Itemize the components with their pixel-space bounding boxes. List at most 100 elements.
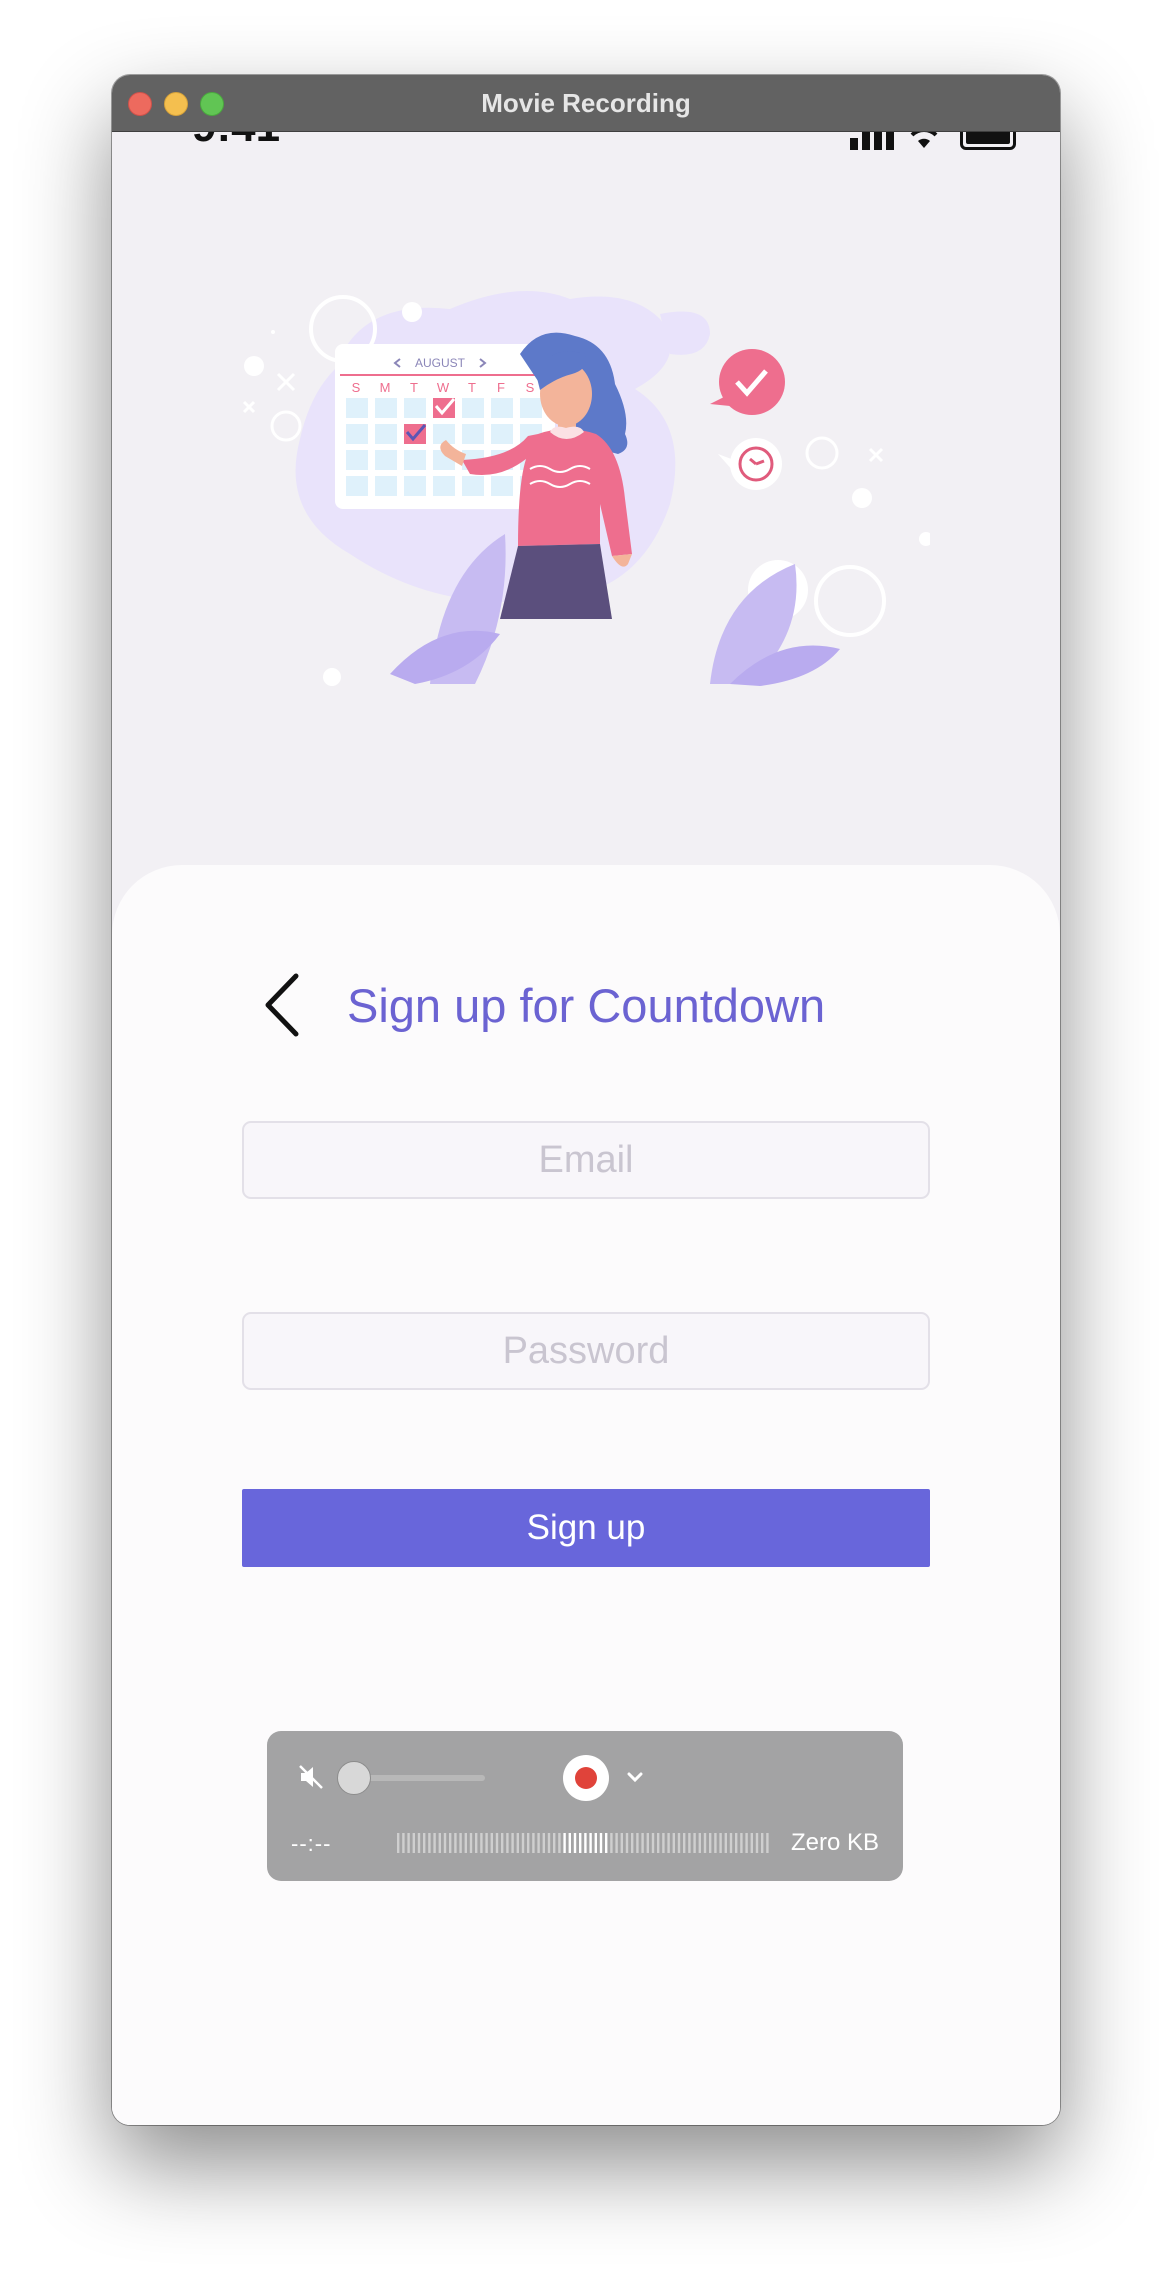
level-meter-tick [475,1833,478,1853]
level-meter-tick [688,1833,691,1853]
level-meter-tick [745,1833,748,1853]
speaker-muted-icon [299,1765,323,1789]
sign-up-button[interactable]: Sign up [242,1489,930,1567]
level-meter-tick [672,1833,675,1853]
level-meter-tick [761,1833,764,1853]
level-meter-tick [553,1833,556,1853]
level-meter-tick [594,1833,597,1853]
level-meter-tick [599,1833,603,1853]
calendar-illustration: AUGUST S M T W T F S [242,291,930,686]
level-meter-tick [646,1833,649,1853]
svg-text:T: T [468,380,476,395]
level-meter-tick [579,1833,582,1853]
level-meter-tick [766,1833,769,1853]
svg-text:T: T [410,380,418,395]
svg-text:M: M [380,380,391,395]
svg-text:W: W [437,380,450,395]
level-meter-tick [719,1833,722,1853]
level-meter-tick [428,1833,431,1853]
level-meter-tick [755,1833,759,1853]
signup-sheet: Sign up for Countdown Sign up --:-- [112,865,1060,2125]
svg-text:S: S [526,380,535,395]
level-meter-tick [729,1833,733,1853]
recording-hud: --:-- Zero KB [267,1731,903,1881]
level-meter-tick [449,1833,452,1853]
level-meter-tick [547,1833,551,1853]
cellular-signal-icon [850,132,896,150]
wifi-icon [910,132,938,148]
level-meter-tick [693,1833,696,1853]
level-meter-tick [740,1833,743,1853]
svg-text:S: S [352,380,361,395]
level-meter-tick [620,1833,623,1853]
level-meter-tick [417,1833,421,1853]
level-meter-tick [433,1833,436,1853]
level-meter-tick [511,1833,514,1853]
level-meter-tick [459,1833,462,1853]
email-field[interactable] [242,1121,930,1199]
level-meter-tick [568,1833,571,1853]
level-meter-tick [750,1833,753,1853]
level-meter-tick [397,1833,400,1853]
level-meter-tick [677,1833,681,1853]
level-meter-tick [667,1833,670,1853]
level-meter-tick [735,1833,738,1853]
chevron-left-icon [265,973,299,1037]
recording-elapsed-time: --:-- [291,1831,332,1856]
level-meter-tick [501,1833,504,1853]
back-button[interactable] [252,965,312,1045]
level-meter-tick [605,1833,608,1853]
level-meter-tick [469,1833,473,1853]
level-meter-tick [589,1833,592,1853]
level-meter-tick [423,1833,426,1853]
level-meter-tick [412,1833,415,1853]
level-meter-tick [703,1833,707,1853]
phone-screen: 9:41 [112,132,1060,2125]
window-title: Movie Recording [481,88,691,118]
status-bar-time: 9:41 [192,132,280,152]
record-icon [575,1767,597,1789]
level-meter-tick [490,1833,493,1853]
window-titlebar: Movie Recording [112,75,1060,132]
level-meter-tick [636,1833,639,1853]
volume-slider-knob[interactable] [337,1761,371,1795]
level-meter-tick [709,1833,712,1853]
level-meter-tick [563,1833,566,1853]
password-field[interactable] [242,1312,930,1390]
level-meter-tick [662,1833,665,1853]
level-meter-tick [454,1833,457,1853]
level-meter-tick [438,1833,441,1853]
chevron-down-icon[interactable] [625,1769,645,1785]
audio-level-meter [397,1833,769,1853]
level-meter-tick [615,1833,618,1853]
level-meter-tick [407,1833,410,1853]
level-meter-tick [480,1833,483,1853]
level-meter-tick [724,1833,727,1853]
level-meter-tick [651,1833,655,1853]
level-meter-tick [714,1833,717,1853]
level-meter-tick [625,1833,629,1853]
level-meter-tick [683,1833,686,1853]
level-meter-tick [521,1833,525,1853]
level-meter-tick [698,1833,701,1853]
record-button[interactable] [563,1755,609,1801]
level-meter-tick [485,1833,488,1853]
level-meter-tick [464,1833,467,1853]
level-meter-tick [537,1833,540,1853]
level-meter-tick [641,1833,644,1853]
level-meter-tick [443,1833,447,1853]
level-meter-tick [584,1833,587,1853]
page-title: Sign up for Countdown [347,979,826,1032]
level-meter-tick [542,1833,545,1853]
level-meter-tick [516,1833,519,1853]
level-meter-tick [532,1833,535,1853]
level-meter-tick [558,1833,561,1853]
svg-text:F: F [497,380,505,395]
level-meter-tick [495,1833,499,1853]
level-meter-tick [527,1833,530,1853]
level-meter-tick [402,1833,405,1853]
level-meter-tick [506,1833,509,1853]
battery-icon [960,132,1016,150]
calendar-month-label: AUGUST [415,356,466,370]
movie-recording-window: Movie Recording 9:41 [112,75,1060,2125]
